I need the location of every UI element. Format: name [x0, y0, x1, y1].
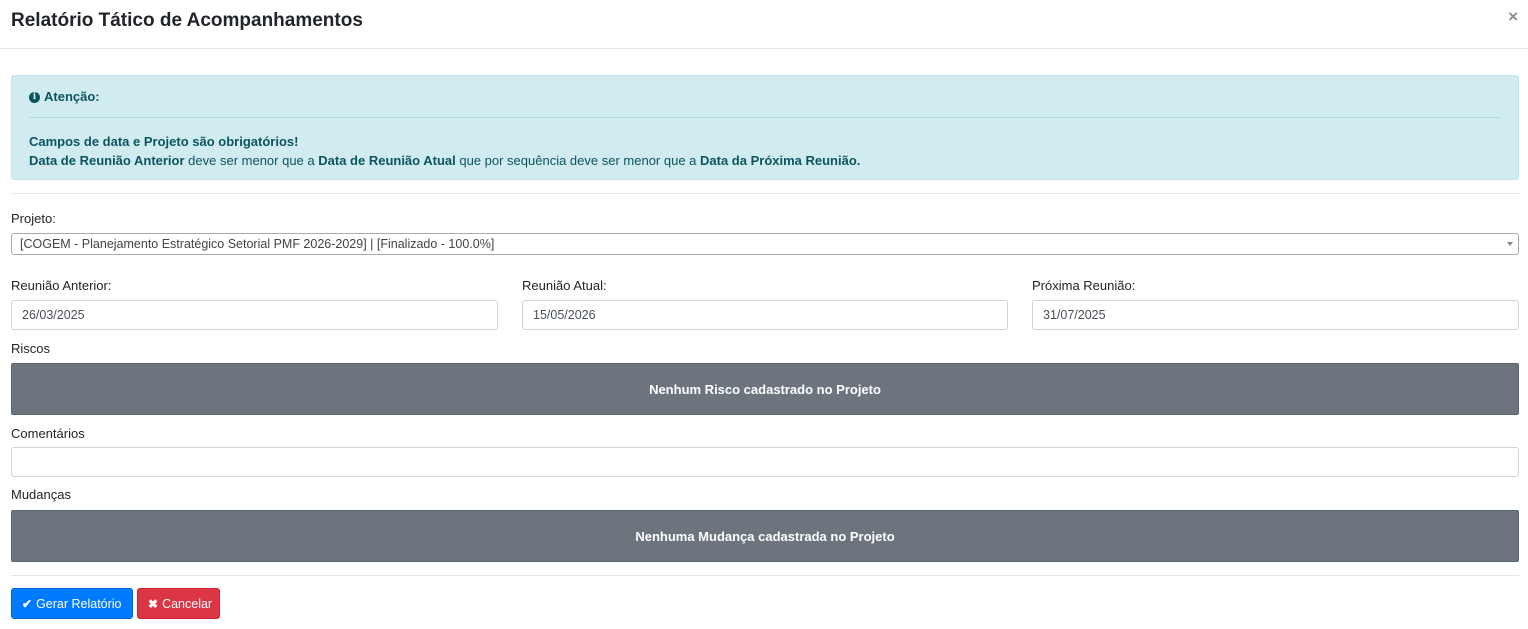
divider: [11, 193, 1519, 194]
caret-down-icon: [1507, 242, 1513, 246]
reuniao-anterior-input[interactable]: [11, 300, 498, 330]
comentarios-input[interactable]: [11, 447, 1519, 477]
reuniao-anterior-label: Reunião Anterior:: [11, 278, 112, 293]
cancelar-label: Cancelar: [162, 596, 213, 611]
riscos-label: Riscos: [11, 341, 51, 356]
mudancas-label: Mudanças: [11, 487, 71, 502]
info-circle-icon: i: [29, 91, 40, 103]
alert-date-rule: Data de Reunião Anterior deve ser menor …: [29, 153, 860, 169]
alert-required-fields: Campos de data e Projeto são obrigatório…: [29, 134, 299, 149]
alert-text-1: deve ser menor que a: [184, 153, 319, 168]
gerar-relatorio-button[interactable]: ✔ Gerar Relatório: [11, 588, 133, 619]
alert-bold-2: Data de Reunião Atual: [318, 153, 456, 168]
riscos-empty-message: Nenhum Risco cadastrado no Projeto: [649, 381, 881, 397]
reuniao-atual-label: Reunião Atual:: [522, 278, 607, 293]
cancelar-button[interactable]: ✖ Cancelar: [137, 588, 220, 619]
projeto-selected-value: [COGEM - Planejamento Estratégico Setori…: [20, 237, 495, 251]
alert-title-text: Atenção:: [44, 89, 100, 104]
proxima-reuniao-input[interactable]: [1032, 300, 1519, 330]
close-icon[interactable]: ×: [1508, 8, 1518, 26]
check-icon: ✔: [22, 596, 33, 611]
alert-bold-1: Data de Reunião Anterior: [29, 153, 185, 168]
times-icon: ✖: [148, 596, 159, 611]
mudancas-empty-panel: Nenhuma Mudança cadastrada no Projeto: [11, 510, 1519, 562]
alert-bold-3: Data da Próxima Reunião.: [700, 153, 861, 168]
attention-alert: i Atenção: Campos de data e Projeto são …: [11, 75, 1519, 180]
alert-text-2: que por sequência deve ser menor que a: [455, 153, 701, 168]
mudancas-empty-message: Nenhuma Mudança cadastrada no Projeto: [635, 528, 895, 544]
comentarios-label: Comentários: [11, 426, 85, 441]
modal-title: Relatório Tático de Acompanhamentos: [11, 10, 363, 31]
alert-divider: [29, 117, 1501, 118]
projeto-select[interactable]: [COGEM - Planejamento Estratégico Setori…: [11, 233, 1519, 255]
gerar-relatorio-label: Gerar Relatório: [36, 596, 122, 611]
proxima-reuniao-label: Próxima Reunião:: [1032, 278, 1136, 293]
reuniao-atual-input[interactable]: [522, 300, 1008, 330]
footer-divider: [11, 575, 1519, 576]
riscos-empty-panel: Nenhum Risco cadastrado no Projeto: [11, 363, 1519, 415]
projeto-label: Projeto:: [11, 211, 56, 226]
alert-title: i Atenção:: [29, 89, 100, 105]
modal-header: Relatório Tático de Acompanhamentos ×: [0, 0, 1528, 49]
